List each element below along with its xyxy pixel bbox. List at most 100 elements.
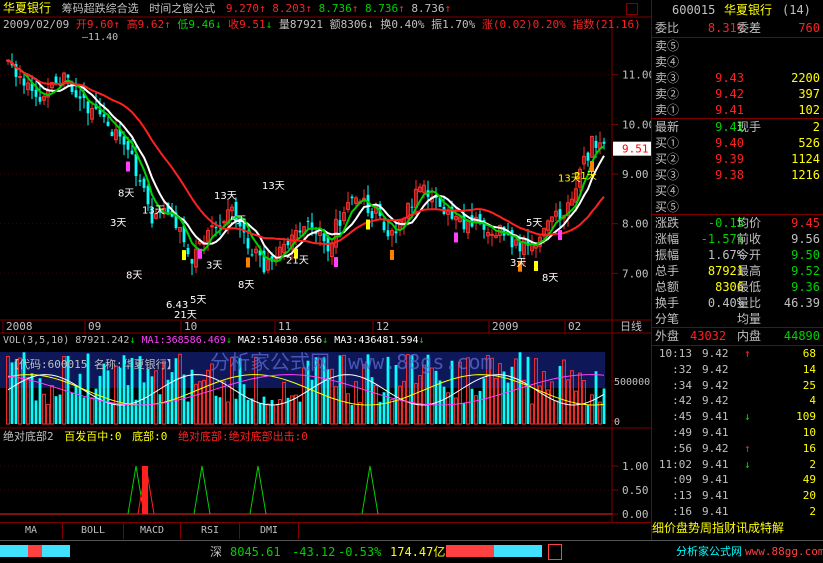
stat-row: 振幅 1.67% 今开 9.50 <box>652 247 823 264</box>
status-bar: 深 8045.61 -43.12 -0.53% 174.47亿 分析家公式网 ww… <box>0 540 823 563</box>
annotation-label: 3天 <box>110 218 126 229</box>
ma-value-3: 8.736 <box>318 2 352 15</box>
signal-marker <box>198 248 202 259</box>
latest-label: 最新 <box>655 120 680 134</box>
market-index: 8045.61 <box>230 545 281 559</box>
volume-bar-down <box>510 366 514 424</box>
tab-ma[interactable]: MA <box>0 523 63 539</box>
close-arrow: ↓ <box>265 18 273 31</box>
candle-body-down <box>138 180 142 182</box>
formula-name[interactable]: 筹码超跌综合选 <box>62 2 139 15</box>
volume-bar-down <box>526 356 530 424</box>
tick-price: 9.42 <box>702 347 729 360</box>
candle-body-down <box>586 152 590 161</box>
turn-value: 0.40% <box>391 18 425 31</box>
annotation-label: 8天 <box>542 273 558 284</box>
status-watermark-url: www.88gg.com <box>745 545 823 558</box>
tab-dmi[interactable]: DMI <box>240 523 299 539</box>
ind-series-3: 绝对底部:绝对底部出击:0 <box>178 430 308 443</box>
stat-label-2: 量比 <box>737 296 762 310</box>
volume-bar-down <box>134 399 138 424</box>
tick-dir: ↑ <box>744 347 751 360</box>
stat-value: -1.57% <box>700 232 744 246</box>
annotation-label: 21天 <box>286 255 309 266</box>
volume-bar-down <box>594 371 598 424</box>
close-box[interactable] <box>626 3 638 15</box>
watermark-site-name: 分析家公式网 <box>210 350 330 374</box>
stock-name[interactable]: 华夏银行 <box>3 1 51 15</box>
ma-value-1: 9.270 <box>225 2 260 15</box>
buy-row: 买④ <box>652 183 823 200</box>
candle-body-down <box>186 247 190 255</box>
tick-volume: 20 <box>802 489 816 503</box>
market-change: -43.12 <box>292 545 336 559</box>
stat-value: 1.67% <box>707 248 744 262</box>
tab-boll[interactable]: BOLL <box>63 523 124 539</box>
buy-volume: 526 <box>798 136 820 150</box>
tick-volume: 68 <box>802 347 816 360</box>
sell-price: 9.42 <box>715 87 744 101</box>
volume-bar-down <box>82 397 86 424</box>
candle-body-down <box>74 90 78 98</box>
candle-body-down <box>78 96 82 99</box>
tick-volume: 10 <box>802 426 816 439</box>
tick-price: 9.42 <box>702 378 729 392</box>
stat-value: 8306 <box>715 280 744 294</box>
volume-tick-label: 500000 <box>614 377 650 388</box>
tab-macd[interactable]: MACD <box>124 523 181 539</box>
sell-label: 卖③ <box>655 71 680 85</box>
volume-bar-down <box>470 388 474 424</box>
annotation-label: 21天 <box>574 171 597 182</box>
amp-value: 1.70% <box>442 18 476 31</box>
tab-rsi[interactable]: RSI <box>181 523 240 539</box>
amt-arrow: ↓ <box>367 18 374 31</box>
indicator-tick-label: 1.00 <box>622 460 649 473</box>
volume-bar-down <box>250 398 254 424</box>
candle-body-down <box>142 178 146 188</box>
cur-label: 现手 <box>737 120 762 134</box>
tick-time: :45 <box>672 410 692 424</box>
low-value: 9.46 <box>188 18 215 31</box>
price-tick-label: 7.00 <box>622 267 649 280</box>
tick-row: :34 9.42 25 <box>652 378 823 394</box>
indicator-tick-label: 0.00 <box>622 508 649 521</box>
tick-price: 9.41 <box>702 426 729 439</box>
signal-marker <box>246 257 250 268</box>
ma-arrow-3: ↑ <box>351 2 359 15</box>
candle-body-down <box>146 185 150 205</box>
tick-time: :34 <box>672 378 692 392</box>
candle-body-down <box>594 140 598 148</box>
sell-row: 卖④ <box>652 54 823 71</box>
candle-body-down <box>338 220 342 226</box>
candle-body-down <box>66 74 70 78</box>
volume-bar-down <box>102 363 106 424</box>
close-label: 收 <box>228 18 240 31</box>
stat-value-2: 9.56 <box>791 232 820 246</box>
sell-row: 卖⑤ <box>652 38 823 55</box>
candle-body-down <box>134 154 138 177</box>
tick-price: 9.41 <box>702 457 729 471</box>
ticker-ad[interactable]: 细价盘势周指财讯成特解 <box>652 520 823 536</box>
stat-label: 总手 <box>655 264 680 278</box>
volume-bar-down <box>106 370 110 424</box>
stat-label-2: 均价 <box>737 216 762 230</box>
inner-label: 内盘 <box>737 329 762 343</box>
vol-title: VOL(3,5,10) <box>3 335 70 346</box>
candle-body-down <box>286 240 290 246</box>
stat-label: 换手 <box>655 296 680 310</box>
status-icon[interactable] <box>548 544 562 560</box>
buy-volume: 1216 <box>791 168 820 182</box>
volume-bar-down <box>234 398 238 424</box>
stat-row: 涨幅 -1.57% 前收 9.56 <box>652 231 823 248</box>
annotation-label: 6.43 <box>166 300 188 311</box>
price-tick-label: 8.00 <box>622 218 649 231</box>
signal-marker <box>334 257 338 268</box>
tick-price: 9.41 <box>702 410 729 424</box>
low-label: 低 <box>177 18 189 31</box>
sell-label: 卖① <box>655 103 680 117</box>
volume-bar-down <box>38 378 42 424</box>
tick-volume: 2 <box>809 457 816 471</box>
sell-volume: 2200 <box>791 71 820 85</box>
chart-header: 华夏银行 筹码超跌综合选 时间之窗公式 9.270↑ 8.203↑ 8.736↑… <box>3 1 451 16</box>
weibi-label: 委比 <box>655 21 680 35</box>
